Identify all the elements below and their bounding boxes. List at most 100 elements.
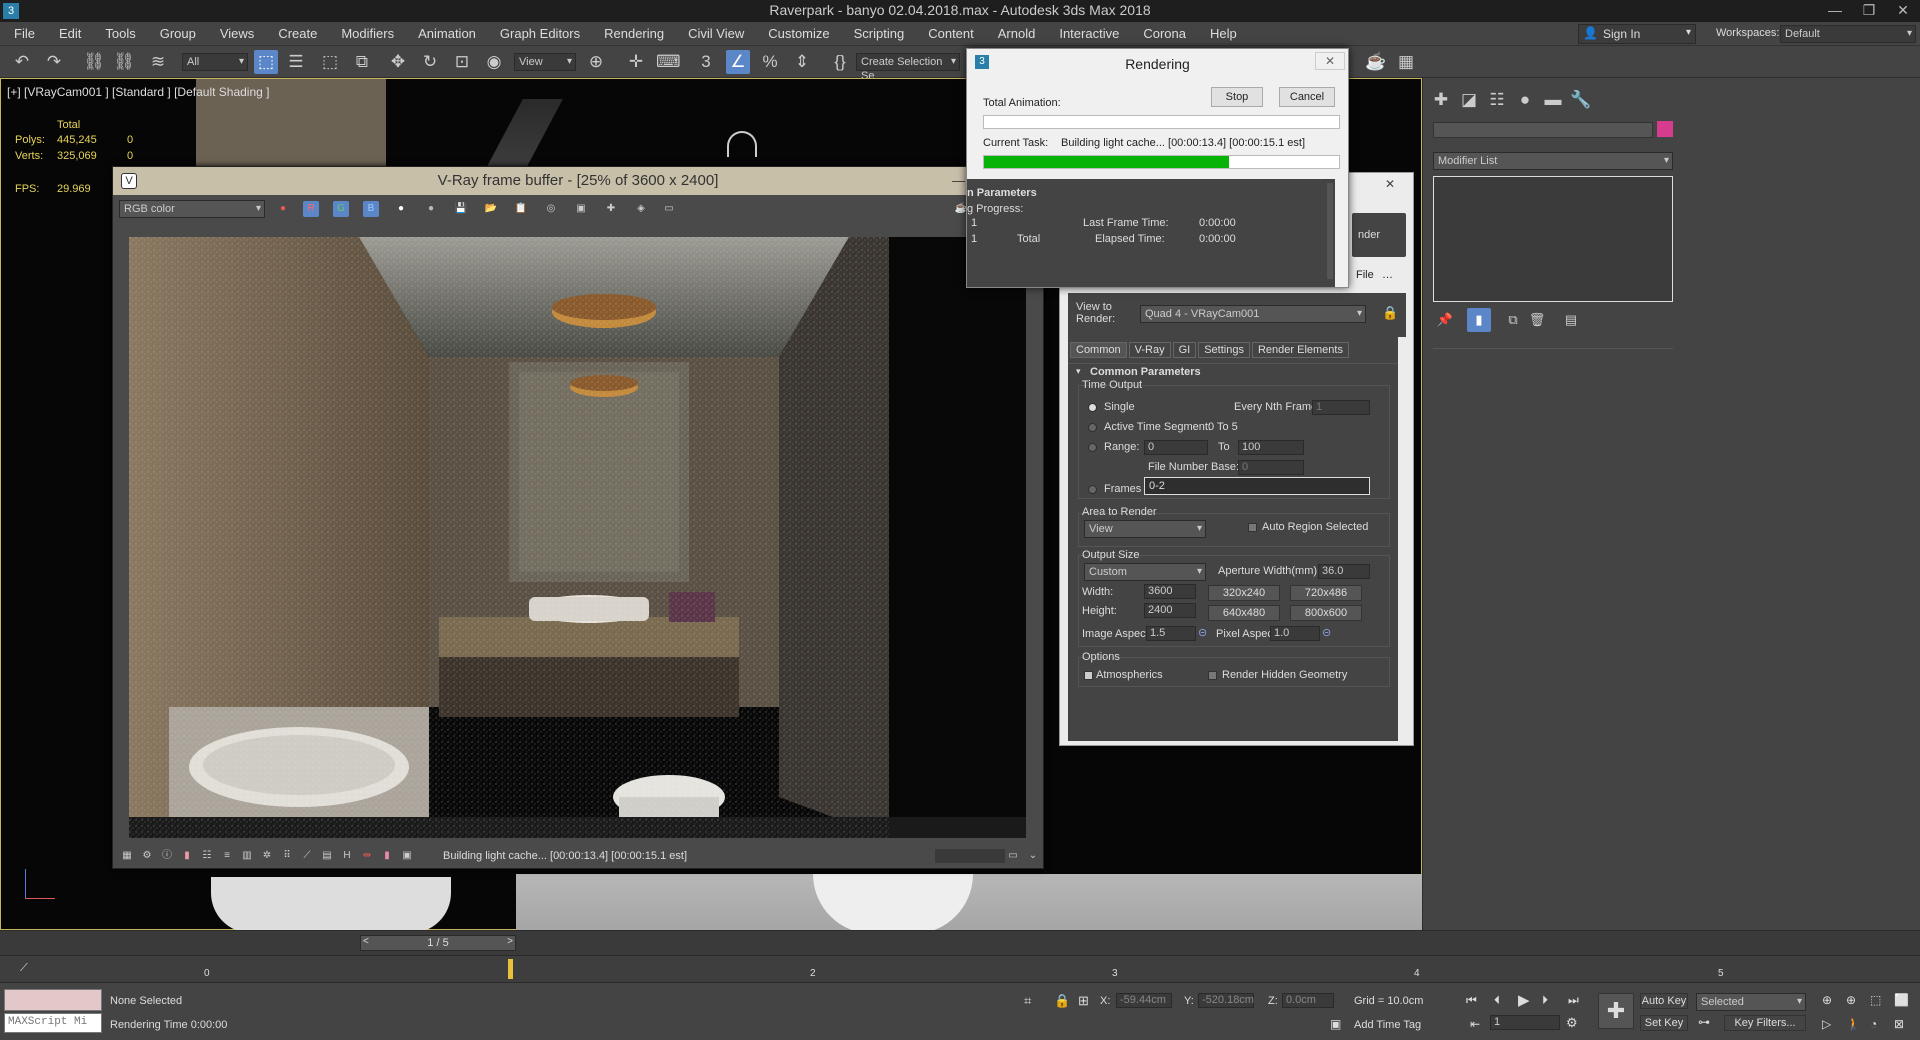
preset-800x600-button[interactable]: 800x600: [1290, 605, 1362, 621]
vfb-record-icon[interactable]: ▣: [399, 848, 415, 864]
unlink-icon[interactable]: ⛓: [112, 50, 136, 74]
menu-file[interactable]: File: [2, 22, 47, 46]
rendering-dialog-close-icon[interactable]: ✕: [1315, 52, 1345, 70]
curve-editor-icon[interactable]: ⟋: [20, 962, 28, 975]
key-mode-icon[interactable]: ⇤: [1470, 1017, 1480, 1031]
tab-settings[interactable]: Settings: [1198, 342, 1250, 358]
output-size-dropdown[interactable]: Custom: [1084, 563, 1206, 581]
range-radio[interactable]: [1088, 443, 1097, 452]
menu-arnold[interactable]: Arnold: [986, 22, 1048, 46]
menu-interactive[interactable]: Interactive: [1047, 22, 1131, 46]
image-aspect-lock-icon[interactable]: ⊝: [1198, 626, 1207, 639]
common-parameters-rollout[interactable]: ▾ Common Parameters: [1068, 363, 1398, 379]
snap-3d-icon[interactable]: 3: [694, 50, 718, 74]
modifier-stack[interactable]: [1433, 176, 1673, 302]
preset-720x486-button[interactable]: 720x486: [1290, 585, 1362, 601]
more-icon[interactable]: …: [1382, 269, 1393, 281]
maxscript-input[interactable]: MAXScript Mi: [4, 1013, 102, 1033]
vfb-gear-icon[interactable]: ✲: [259, 848, 275, 864]
bind-space-warp-icon[interactable]: ≋: [146, 50, 170, 74]
maxscript-listener-mini[interactable]: [4, 989, 102, 1011]
go-to-end-icon[interactable]: ⏭: [1568, 993, 1579, 1008]
create-tab-icon[interactable]: ✚: [1429, 88, 1453, 112]
params-scrollbar[interactable]: [1327, 183, 1333, 279]
show-end-result-icon[interactable]: ▮: [1467, 308, 1491, 332]
key-mode-toggle-icon[interactable]: ⊶: [1698, 1015, 1710, 1029]
maximize-viewport-icon[interactable]: ⬜: [1894, 993, 1909, 1007]
area-dropdown[interactable]: View: [1084, 520, 1206, 538]
hierarchy-tab-icon[interactable]: ☷: [1485, 88, 1509, 112]
y-coord-field[interactable]: -520.18cm: [1198, 993, 1254, 1008]
pivot-center-icon[interactable]: ⊕: [584, 50, 608, 74]
vfb-minimize-icon[interactable]: —: [952, 167, 965, 195]
render-hidden-checkbox[interactable]: [1208, 671, 1217, 680]
selection-filter-dropdown[interactable]: All: [182, 53, 248, 71]
active-segment-radio[interactable]: [1088, 423, 1097, 432]
every-nth-spinner[interactable]: 1: [1312, 400, 1370, 415]
menu-customize[interactable]: Customize: [756, 22, 841, 46]
vfb-history-icon[interactable]: ▦: [119, 848, 135, 864]
set-keys-icon[interactable]: ✚: [1598, 993, 1634, 1029]
edit-named-selection-icon[interactable]: {}: [828, 50, 852, 74]
auto-key-button[interactable]: Auto Key: [1640, 993, 1688, 1009]
link-to-vfb-icon[interactable]: ◈: [633, 201, 649, 217]
time-config-icon[interactable]: ⚙: [1566, 1015, 1578, 1031]
orbit-icon[interactable]: ◔: [1870, 1017, 1877, 1031]
field-of-view-icon[interactable]: ▷: [1822, 1017, 1831, 1031]
display-tab-icon[interactable]: ▬: [1541, 88, 1565, 112]
vfb-histogram-icon[interactable]: ▥: [239, 848, 255, 864]
time-slider[interactable]: < 1 / 5 >: [360, 935, 516, 951]
zoom-all-icon[interactable]: ⊕: [1846, 993, 1856, 1007]
absolute-mode-icon[interactable]: ⊞: [1078, 993, 1089, 1009]
rotate-icon[interactable]: ↻: [418, 50, 442, 74]
isolate-icon[interactable]: ⌗: [1024, 993, 1031, 1009]
mono-icon[interactable]: ●: [423, 201, 439, 217]
atmospherics-checkbox[interactable]: [1084, 671, 1093, 680]
add-time-tag[interactable]: Add Time Tag: [1354, 1019, 1421, 1031]
x-coord-field[interactable]: -59.44cm: [1116, 993, 1172, 1008]
load-image-icon[interactable]: 📂: [483, 201, 499, 217]
named-selection-dropdown[interactable]: Create Selection Se: [856, 53, 960, 82]
selection-lock-icon[interactable]: 🔒: [1054, 993, 1070, 1009]
move-icon[interactable]: ✥: [386, 50, 410, 74]
trackbar[interactable]: ⟋ 0 2 3 4 5: [0, 955, 1920, 983]
reference-coordinate-dropdown[interactable]: View: [514, 53, 576, 71]
single-radio[interactable]: [1088, 403, 1097, 412]
color-balls-icon[interactable]: ●: [275, 201, 291, 217]
lock-icon[interactable]: 🔒: [1382, 305, 1398, 321]
motion-tab-icon[interactable]: ●: [1513, 88, 1537, 112]
menu-rendering[interactable]: Rendering: [592, 22, 676, 46]
stop-button[interactable]: Stop: [1211, 87, 1263, 107]
tab-render-elements[interactable]: Render Elements: [1251, 342, 1349, 358]
z-coord-field[interactable]: 0.0cm: [1282, 993, 1334, 1008]
preset-320x240-button[interactable]: 320x240: [1208, 585, 1280, 601]
set-key-button[interactable]: Set Key: [1640, 1015, 1688, 1031]
range-from-spinner[interactable]: 0: [1144, 440, 1208, 455]
make-unique-icon[interactable]: ⧉: [1501, 308, 1525, 332]
preset-640x480-button[interactable]: 640x480: [1208, 605, 1280, 621]
aperture-spinner[interactable]: 36.0: [1318, 564, 1370, 579]
render-production-icon[interactable]: ▦: [1394, 50, 1418, 74]
menu-civil-view[interactable]: Civil View: [676, 22, 756, 46]
width-spinner[interactable]: 3600: [1144, 584, 1196, 599]
render-button[interactable]: nder: [1352, 213, 1406, 257]
link-icon[interactable]: ⛓: [82, 50, 106, 74]
menu-graph-editors[interactable]: Graph Editors: [488, 22, 592, 46]
modify-tab-icon[interactable]: ◪: [1457, 88, 1481, 112]
range-to-spinner[interactable]: 100: [1238, 440, 1304, 455]
alpha-channel-icon[interactable]: ●: [393, 201, 409, 217]
vfb-curve-icon[interactable]: ⟋: [299, 848, 315, 864]
cancel-button[interactable]: Cancel: [1279, 87, 1335, 107]
next-frame-icon[interactable]: ⏵: [1542, 993, 1548, 1008]
remove-modifier-icon[interactable]: 🗑: [1525, 308, 1549, 332]
menu-edit[interactable]: Edit: [47, 22, 93, 46]
vray-frame-buffer[interactable]: V V-Ray frame buffer - [25% of 3600 x 24…: [112, 166, 1044, 869]
restore-icon[interactable]: ❐: [1852, 0, 1886, 22]
vfb-h-icon[interactable]: H: [339, 848, 355, 864]
vfb-dots-icon[interactable]: ⠿: [279, 848, 295, 864]
blue-channel-icon[interactable]: B: [363, 201, 379, 217]
tab-v-ray[interactable]: V-Ray: [1128, 342, 1171, 358]
red-channel-icon[interactable]: R: [303, 201, 319, 217]
menu-corona[interactable]: Corona: [1131, 22, 1198, 46]
height-spinner[interactable]: 2400: [1144, 603, 1196, 618]
